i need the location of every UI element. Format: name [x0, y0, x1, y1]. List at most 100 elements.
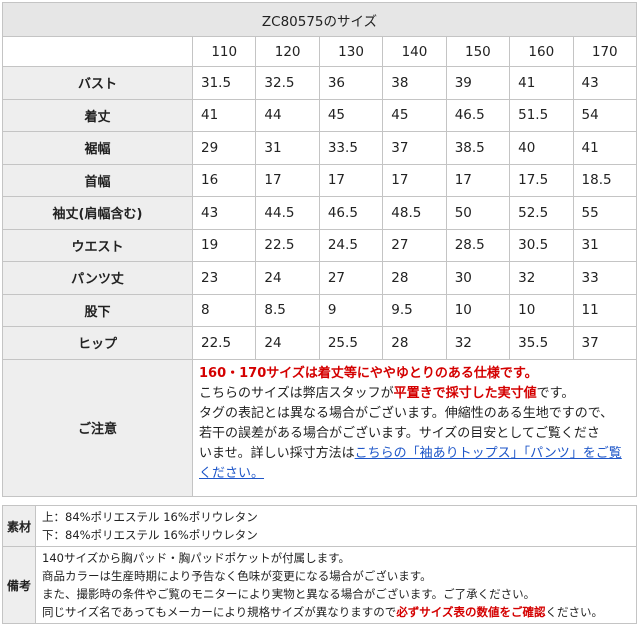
measurement-value: 46.5	[445, 98, 511, 132]
measurement-value: 46.5	[318, 196, 384, 230]
measurement-value: 33	[572, 261, 638, 295]
measurement-label: パンツ丈	[2, 261, 193, 295]
measurement-value: 44	[255, 98, 320, 132]
measurement-value: 31.5	[191, 66, 257, 100]
size-table: ZC80575のサイズ 110 120 130 140 150 160 170 バスト 31.…	[2, 2, 638, 497]
measurement-value: 28	[382, 261, 447, 295]
measurement-value: 27	[318, 261, 384, 295]
measurement-value: 19	[191, 228, 257, 262]
measurement-row: 袖丈(肩幅含む) 43 44.5 46.5 48.5 50 52.5 55	[2, 196, 638, 230]
measurement-value: 37	[572, 326, 638, 360]
measurement-value: 17	[382, 163, 447, 197]
remarks-line-4-a: 同じサイズ名であってもメーカーにより規格サイズが異なりますので	[42, 605, 397, 619]
measurement-row: 着丈 41 44 45 45 46.5 51.5 54	[2, 98, 638, 132]
measurement-value: 27	[382, 228, 447, 262]
measurement-value: 10	[445, 293, 511, 327]
size-header-130: 130	[318, 36, 384, 67]
measurement-label: バスト	[2, 66, 193, 100]
measurement-value: 43	[572, 66, 638, 100]
notes-line-4: 若干の誤差がある場合がございます。サイズの目安としてご覧くださ	[199, 425, 600, 441]
measurement-label: 股下	[2, 293, 193, 327]
measurement-value: 18.5	[572, 163, 638, 197]
measurement-value: 37	[382, 131, 447, 165]
notes-text: 160・170サイズは着丈等にややゆとりのある仕様です。 こちらのサイズは弊店ス…	[192, 358, 637, 497]
measurement-value: 25.5	[318, 326, 384, 360]
measurement-row: ウエスト 19 22.5 24.5 27 28.5 30.5 31	[2, 228, 638, 262]
measurement-value: 16	[191, 163, 257, 197]
measurement-label: ヒップ	[2, 326, 193, 360]
material-line-2: 下：84%ポリエステル 16%ポリウレタン	[42, 528, 258, 542]
measurement-row: ヒップ 22.5 24 25.5 28 32 35.5 37	[2, 326, 638, 360]
size-header-120: 120	[255, 36, 320, 67]
measurement-value: 11	[572, 293, 638, 327]
measurement-value: 28.5	[445, 228, 511, 262]
notes-line-2-a: こちらのサイズは弊店スタッフが	[199, 385, 394, 401]
measurement-value: 38.5	[445, 131, 511, 165]
remarks-line-4-emphasis: 必ずサイズ表の数値をご確認	[396, 605, 546, 619]
measurement-value: 41	[509, 66, 574, 100]
size-header-row: 110 120 130 140 150 160 170	[2, 36, 638, 67]
size-body: バスト 31.5 32.5 36 38 39 41 43 着丈 41 44 45 45 46.5 51.5 5…	[2, 66, 638, 360]
measurement-value: 30.5	[509, 228, 574, 262]
measurement-value: 44.5	[255, 196, 320, 230]
remarks-line-1: 140サイズから胸パッド・胸パッドポケットが付属します。	[42, 551, 350, 565]
measurement-value: 32	[509, 261, 574, 295]
info-table: 素材 上：84%ポリエステル 16%ポリウレタン 下：84%ポリエステル 16%…	[2, 505, 637, 624]
measurement-value: 35.5	[509, 326, 574, 360]
notes-line-5: いませ。詳しい採寸方法はこちらの「袖ありトップス」「パンツ」をご覧ください。	[199, 444, 630, 484]
notes-line-2-emphasis: 平置きで採寸した実寸値	[393, 385, 537, 401]
measurement-value: 31	[572, 228, 638, 262]
notes-line-5-a: いませ。詳しい採寸方法は	[199, 445, 355, 461]
notes-line-2-c: です。	[536, 385, 575, 401]
remarks-label: 備考	[2, 546, 36, 624]
size-header-150: 150	[445, 36, 511, 67]
notes-line-3: タグの表記とは異なる場合がございます。伸縮性のある生地ですので、	[199, 405, 614, 421]
measurement-value: 24.5	[318, 228, 384, 262]
measurement-label: 裾幅	[2, 131, 193, 165]
material-row: 素材 上：84%ポリエステル 16%ポリウレタン 下：84%ポリエステル 16%…	[2, 505, 637, 547]
size-header-140: 140	[382, 36, 447, 67]
material-label: 素材	[2, 505, 36, 547]
measurement-value: 22.5	[191, 326, 257, 360]
measurement-value: 43	[191, 196, 257, 230]
measurement-value: 48.5	[382, 196, 447, 230]
measurement-value: 22.5	[255, 228, 320, 262]
remarks-line-4-c: ください。	[545, 605, 603, 619]
notes-label: ご注意	[2, 358, 193, 497]
measurement-value: 45	[382, 98, 447, 132]
measurement-value: 24	[255, 326, 320, 360]
title-row: ZC80575のサイズ	[2, 2, 637, 37]
measurement-value: 41	[191, 98, 257, 132]
measurement-value: 38	[382, 66, 447, 100]
notes-row: ご注意 160・170サイズは着丈等にややゆとりのある仕様です。 こちらのサイズ…	[2, 358, 637, 497]
material-text: 上：84%ポリエステル 16%ポリウレタン 下：84%ポリエステル 16%ポリウ…	[35, 505, 637, 547]
size-table-title: ZC80575のサイズ	[2, 2, 637, 37]
measurement-label: 着丈	[2, 98, 193, 132]
measurement-value: 17	[318, 163, 384, 197]
notes-line-1: 160・170サイズは着丈等にややゆとりのある仕様です。	[199, 365, 538, 381]
measurement-value: 33.5	[318, 131, 384, 165]
measurement-label: 首幅	[2, 163, 193, 197]
measurement-row: パンツ丈 23 24 27 28 30 32 33	[2, 261, 638, 295]
measurement-row: 裾幅 29 31 33.5 37 38.5 40 41	[2, 131, 638, 165]
measurement-value: 39	[445, 66, 511, 100]
measurement-value: 8.5	[255, 293, 320, 327]
measurement-value: 54	[572, 98, 638, 132]
measurement-value: 50	[445, 196, 511, 230]
measurement-value: 17	[445, 163, 511, 197]
material-line-1: 上：84%ポリエステル 16%ポリウレタン	[42, 510, 258, 524]
measurement-value: 32	[445, 326, 511, 360]
measurement-row: 股下 8 8.5 9 9.5 10 10 11	[2, 293, 638, 327]
header-corner	[2, 36, 193, 67]
size-header-110: 110	[191, 36, 257, 67]
measurement-value: 28	[382, 326, 447, 360]
measurement-value: 23	[191, 261, 257, 295]
remarks-line-3: また、撮影時の条件やご覧のモニターにより実物と異なる場合がございます。ご了承くだ…	[42, 587, 536, 601]
measurement-value: 30	[445, 261, 511, 295]
measurement-value: 36	[318, 66, 384, 100]
measurement-value: 32.5	[255, 66, 320, 100]
measurement-value: 10	[509, 293, 574, 327]
measurement-value: 51.5	[509, 98, 574, 132]
measurement-value: 31	[255, 131, 320, 165]
measurement-row: バスト 31.5 32.5 36 38 39 41 43	[2, 66, 638, 100]
